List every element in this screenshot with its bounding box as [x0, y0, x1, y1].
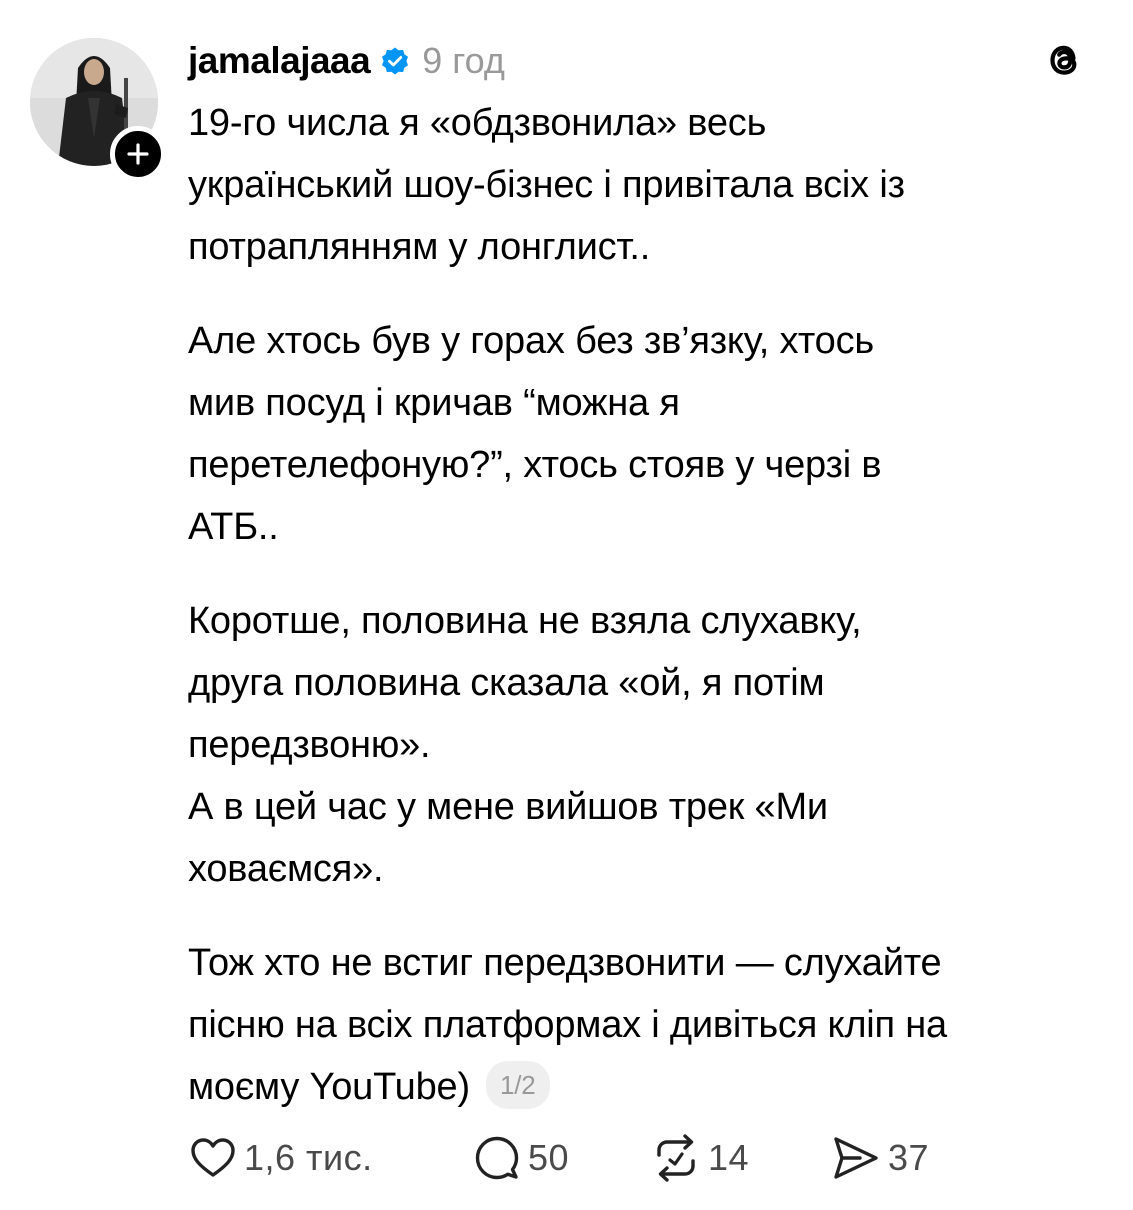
verified-badge-icon	[380, 46, 410, 76]
post-text-line: український шоу-бізнес і привітала всіх …	[188, 164, 905, 206]
share-count: 37	[888, 1137, 930, 1178]
share-button[interactable]: 37	[830, 1133, 950, 1183]
author-avatar[interactable]	[30, 38, 166, 182]
post-text-line: А в цей час у мене вийшов трек «Ми	[188, 786, 828, 828]
post-text-line: мив посуд і кричав “можна я	[188, 382, 680, 424]
reply-count: 50	[528, 1137, 570, 1178]
follow-button[interactable]	[110, 126, 166, 182]
repost-button[interactable]: 14	[650, 1133, 830, 1183]
post-text-line: ховаємся».	[188, 848, 384, 890]
post-text-line: друга половина сказала «ой, я потім	[188, 662, 825, 704]
plus-icon	[127, 143, 149, 165]
post-text-line: Але хтось був у горах без зв’язку, хтось	[188, 320, 874, 362]
post-timestamp: 9 год	[422, 40, 505, 81]
like-button[interactable]: 1,6 тис.	[188, 1133, 468, 1183]
post-body: 19-го числа я «обдзвонила» весь українсь…	[188, 92, 1113, 1118]
heart-icon	[191, 1138, 235, 1177]
post-text-line: Коротше, половина не взяла слухавку,	[188, 600, 862, 642]
post-text-line: Тож хто не встиг передзвонити — слухайте	[188, 942, 942, 984]
comment-icon	[475, 1136, 519, 1180]
author-username[interactable]: jamalajaaa	[188, 40, 371, 82]
post-text-line: пісню на всіх платформах і дивіться кліп…	[188, 1004, 947, 1046]
post-text-line: моєму YouTube)	[188, 1066, 470, 1108]
post-text-line: 19-го числа я «обдзвонила» весь	[188, 102, 767, 144]
post-paragraph: 19-го числа я «обдзвонила» весь українсь…	[188, 92, 1113, 278]
post-text-line: потраплянням у лонглист..	[188, 226, 651, 268]
threads-logo-icon[interactable]	[1040, 36, 1088, 84]
post-paragraph: Тож хто не встиг передзвонити — слухайте…	[188, 932, 1113, 1118]
post-text-line: АТБ..	[188, 506, 279, 548]
post-actions: 1,6 тис. 50 14 37	[188, 1128, 950, 1188]
send-icon	[834, 1137, 878, 1179]
thread-page-indicator[interactable]: 1/2	[485, 1060, 550, 1109]
repost-icon	[657, 1134, 695, 1182]
post-text-line: передзвоню».	[188, 724, 431, 766]
post-header: jamalajaaa 9 год	[188, 36, 505, 86]
repost-count: 14	[708, 1137, 750, 1178]
post-text-line: перетелефоную?”, хтось стояв у черзі в	[188, 444, 882, 486]
like-count: 1,6 тис.	[244, 1137, 373, 1178]
post-paragraph: Але хтось був у горах без зв’язку, хтось…	[188, 310, 1113, 558]
post-paragraph: Коротше, половина не взяла слухавку, дру…	[188, 590, 1113, 900]
reply-button[interactable]: 50	[472, 1133, 650, 1183]
